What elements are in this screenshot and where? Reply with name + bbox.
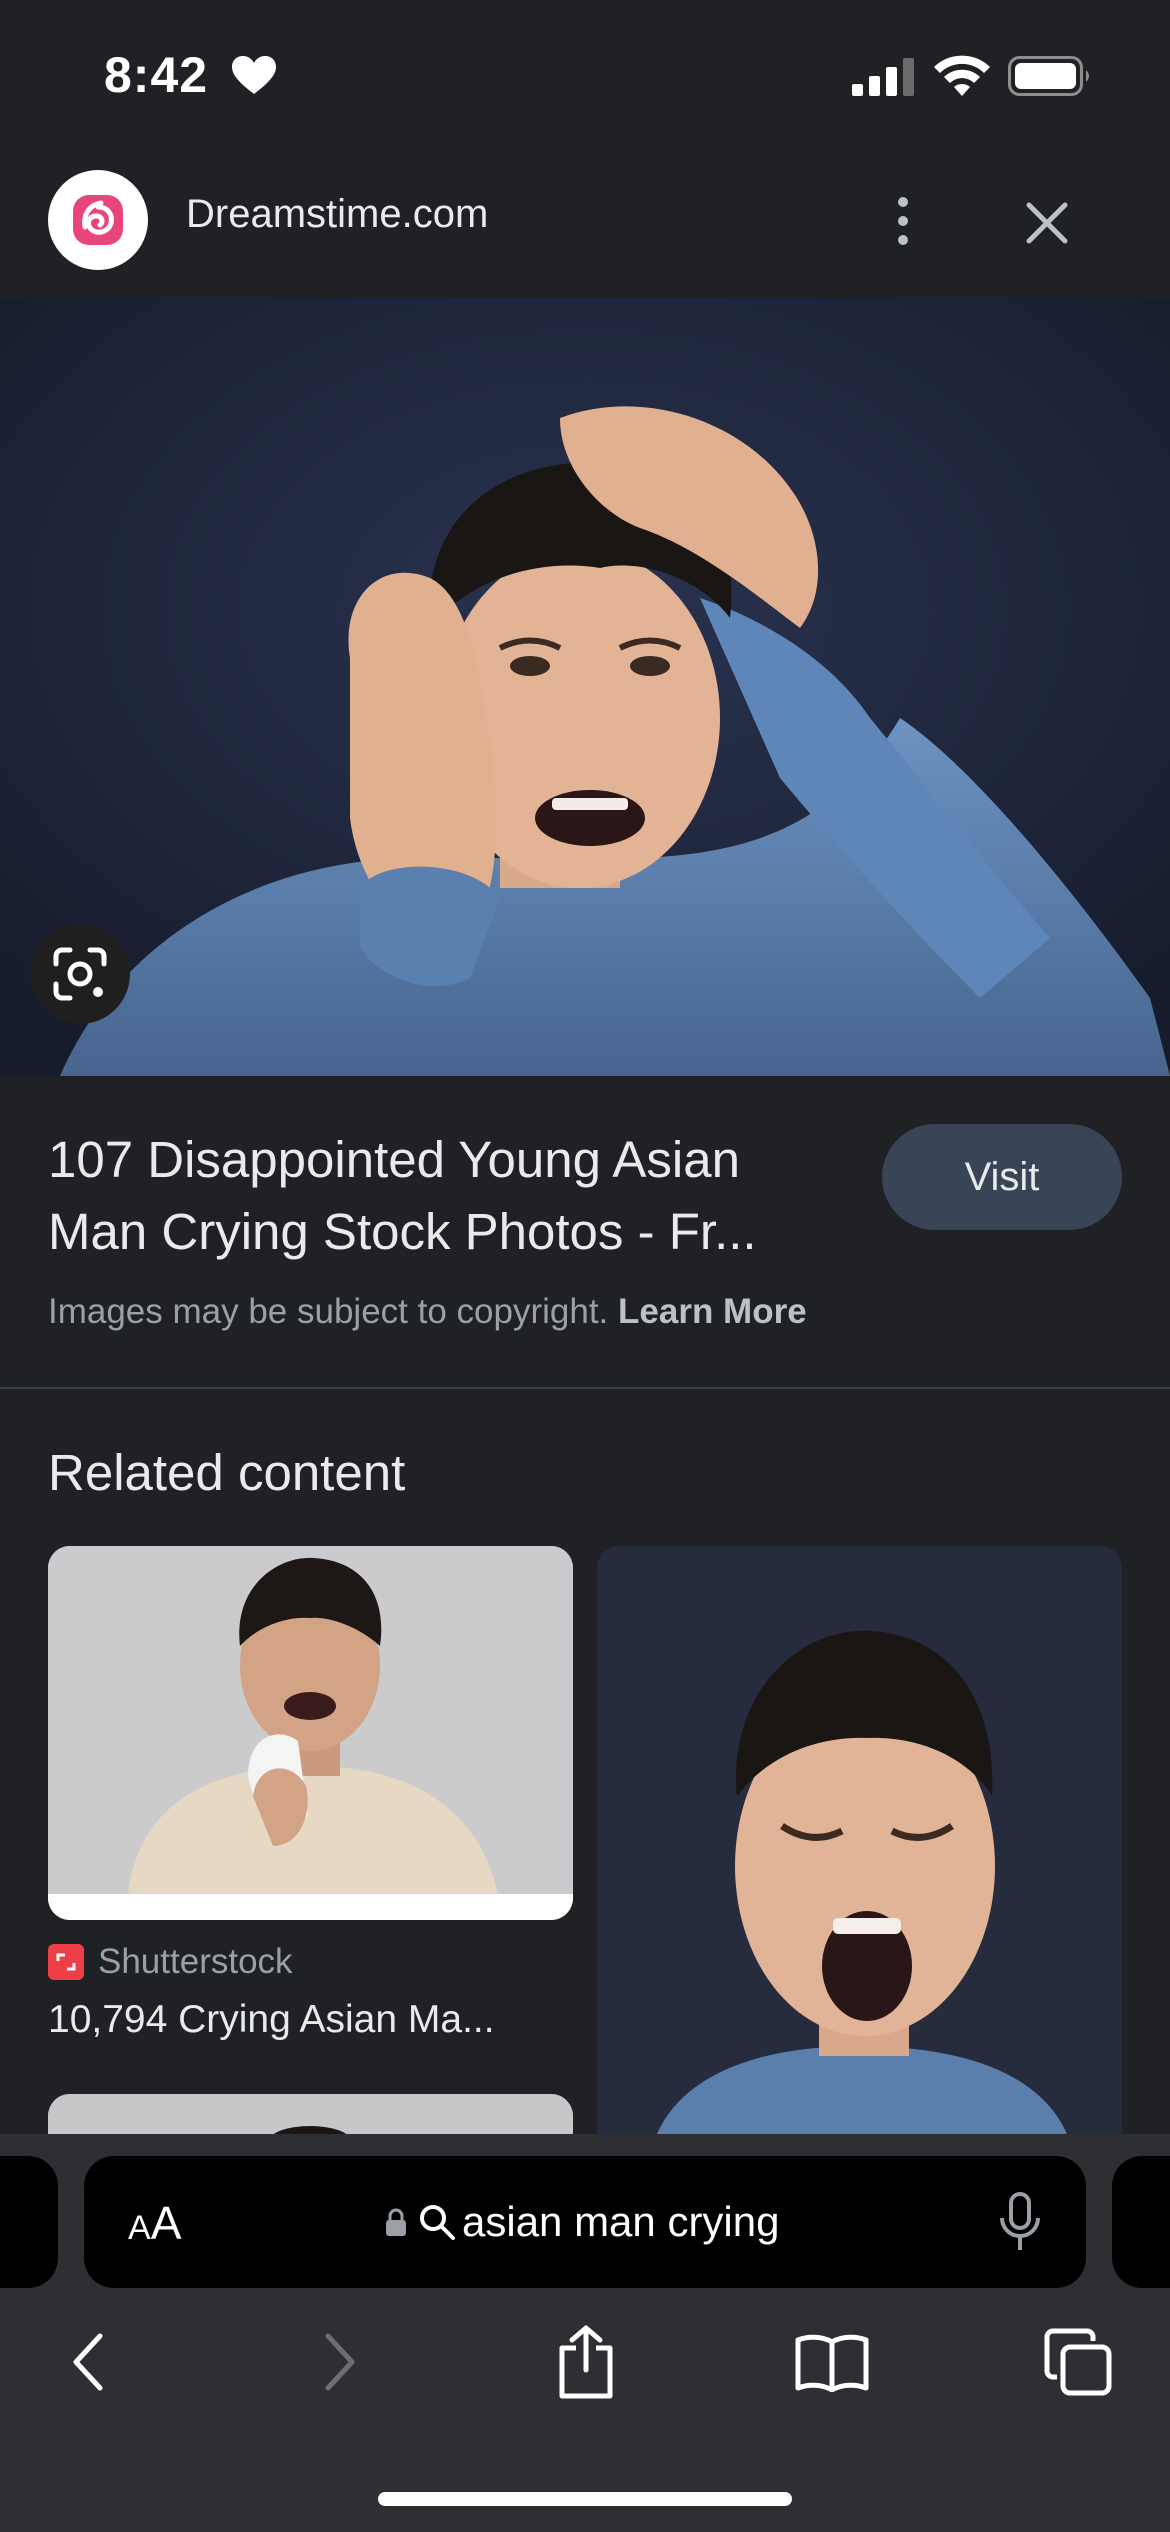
status-time: 8:42 — [104, 47, 209, 103]
main-result-image[interactable] — [0, 298, 1170, 1076]
share-icon — [559, 2325, 613, 2399]
result-title[interactable]: 107 Disappointed Young Asian Man Crying … — [48, 1124, 848, 1268]
related-card-source-name: Shutterstock — [98, 1942, 293, 1981]
shutterstock-icon — [56, 1953, 76, 1971]
related-card-source: Shutterstock — [48, 1942, 293, 1982]
shutterstock-logo — [48, 1944, 84, 1980]
back-button[interactable] — [46, 2320, 130, 2404]
status-bar: 8:42 — [0, 0, 1170, 150]
visit-button[interactable]: Visit — [882, 1124, 1122, 1230]
screaming-man-photo — [597, 1546, 1122, 2134]
previous-tab-peek[interactable] — [0, 2156, 58, 2288]
text-size-large-label: A — [150, 2197, 182, 2249]
more-options-button[interactable] — [878, 186, 928, 256]
source-header: Dreamstime.com — [0, 150, 1170, 298]
share-button[interactable] — [544, 2320, 628, 2404]
microphone-icon[interactable] — [998, 2192, 1042, 2254]
google-lens-button[interactable] — [30, 924, 130, 1024]
tabs-button[interactable] — [1036, 2320, 1120, 2404]
dreamstime-logo[interactable] — [48, 170, 148, 270]
source-name[interactable]: Dreamstime.com — [186, 192, 488, 237]
bookmarks-icon — [795, 2334, 869, 2392]
search-icon — [420, 2205, 455, 2240]
more-vert-icon — [898, 197, 908, 245]
close-button[interactable] — [1010, 186, 1084, 260]
tabs-icon — [1044, 2328, 1112, 2396]
related-card-image-partial[interactable] — [48, 2094, 573, 2134]
address-field[interactable]: asian man crying — [384, 2156, 779, 2288]
cellular-signal-icon — [852, 58, 914, 96]
crying-man-photo — [0, 298, 1170, 1076]
google-lens-icon — [53, 947, 107, 1001]
close-icon — [1026, 202, 1068, 244]
heart-icon — [232, 56, 276, 94]
text-size-button[interactable]: AA — [128, 2196, 181, 2250]
battery-icon — [1008, 56, 1089, 96]
forward-icon — [325, 2333, 355, 2391]
address-text[interactable]: asian man crying — [462, 2198, 779, 2246]
next-tab-peek[interactable] — [1112, 2156, 1170, 2288]
related-content-heading: Related content — [48, 1444, 406, 1501]
home-indicator[interactable] — [378, 2492, 792, 2506]
partial-photo — [48, 2094, 573, 2134]
related-card-image[interactable] — [48, 1546, 573, 1920]
text-size-small-label: A — [128, 2209, 151, 2247]
address-bar[interactable]: AA asian man crying — [84, 2156, 1086, 2288]
divider — [0, 1387, 1170, 1389]
copyright-notice: Images may be subject to copyright. Lear… — [48, 1292, 807, 1332]
copyright-text: Images may be subject to copyright. — [48, 1292, 609, 1331]
lock-icon — [386, 2208, 406, 2236]
forward-button[interactable] — [298, 2320, 382, 2404]
crying-man-photo-2 — [48, 1546, 573, 1920]
related-card-title[interactable]: 10,794 Crying Asian Ma... — [48, 1998, 573, 2042]
learn-more-link[interactable]: Learn More — [618, 1292, 807, 1331]
back-icon — [73, 2333, 103, 2391]
bookmarks-button[interactable] — [790, 2320, 874, 2404]
wifi-icon — [934, 55, 990, 96]
related-card-image-2[interactable] — [597, 1546, 1122, 2134]
dreamstime-swirl-icon — [73, 195, 123, 245]
